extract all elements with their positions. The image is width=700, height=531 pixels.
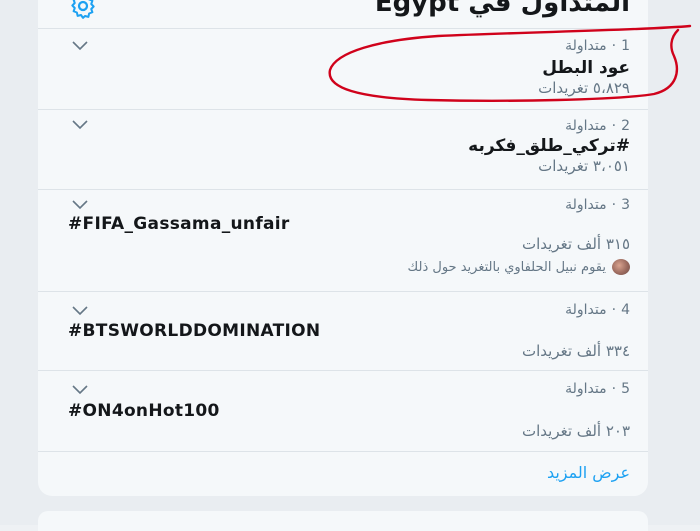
trend-context-text: يقوم نبيل الحلفاوي بالتغريد حول ذلك xyxy=(407,259,606,275)
trend-meta: 1·متداولة xyxy=(565,38,630,54)
trend-status: متداولة xyxy=(565,302,607,318)
trend-rank: 5 xyxy=(621,381,630,397)
trend-tweet-count: ٣٣٤ ألف تغريدات xyxy=(522,342,630,360)
trend-rank: 3 xyxy=(621,197,630,213)
trend-tweet-count: ٣،٠٥١ تغريدات xyxy=(538,157,630,175)
trend-name[interactable]: #FIFA_Gassama_unfair xyxy=(68,214,290,234)
trend-name[interactable]: #تركي_طلق_فكربه xyxy=(468,136,630,156)
gear-icon[interactable] xyxy=(68,0,98,21)
trends-header: المتداول في Egypt xyxy=(38,0,648,29)
trend-item-4[interactable]: 4·متداولة #BTSWORLDDOMINATION ٣٣٤ ألف تغ… xyxy=(38,292,648,371)
trend-status: متداولة xyxy=(565,381,607,397)
chevron-down-icon[interactable] xyxy=(72,41,88,51)
next-card-edge xyxy=(38,511,648,531)
trend-status: متداولة xyxy=(565,118,607,134)
avatar xyxy=(612,259,630,275)
screenshot-frame: المتداول في Egypt 1·متداولة عود البطل ٥،… xyxy=(0,0,700,531)
trend-item-5[interactable]: 5·متداولة #ON4onHot100 ٢٠٣ ألف تغريدات xyxy=(38,371,648,452)
trend-item-3[interactable]: 3·متداولة #FIFA_Gassama_unfair ٣١٥ ألف ت… xyxy=(38,190,648,292)
trend-meta: 2·متداولة xyxy=(565,118,630,134)
trend-item-2[interactable]: 2·متداولة #تركي_طلق_فكربه ٣،٠٥١ تغريدات xyxy=(38,110,648,190)
trend-name[interactable]: #ON4onHot100 xyxy=(68,401,220,421)
trend-rank: 4 xyxy=(621,302,630,318)
trend-context: يقوم نبيل الحلفاوي بالتغريد حول ذلك xyxy=(408,259,630,275)
trend-item-1[interactable]: 1·متداولة عود البطل ٥،٨٢٩ تغريدات xyxy=(38,29,648,110)
trend-rank: 1 xyxy=(621,38,630,54)
chevron-down-icon[interactable] xyxy=(72,200,88,210)
trend-meta: 5·متداولة xyxy=(565,381,630,397)
trends-card: المتداول في Egypt 1·متداولة عود البطل ٥،… xyxy=(38,0,648,496)
show-more-link[interactable]: عرض المزيد xyxy=(547,463,630,482)
chevron-down-icon[interactable] xyxy=(72,306,88,316)
trend-tweet-count: ٣١٥ ألف تغريدات xyxy=(522,235,630,253)
trend-status: متداولة xyxy=(565,38,607,54)
trend-rank: 2 xyxy=(621,118,630,134)
trend-tweet-count: ٥،٨٢٩ تغريدات xyxy=(538,79,630,97)
trend-meta: 3·متداولة xyxy=(565,197,630,213)
trend-name[interactable]: عود البطل xyxy=(542,58,630,78)
page-title: المتداول في Egypt xyxy=(374,0,630,18)
trend-name[interactable]: #BTSWORLDDOMINATION xyxy=(68,321,320,341)
trend-tweet-count: ٢٠٣ ألف تغريدات xyxy=(522,422,630,440)
chevron-down-icon[interactable] xyxy=(72,385,88,395)
trend-status: متداولة xyxy=(565,197,607,213)
trend-meta: 4·متداولة xyxy=(565,302,630,318)
chevron-down-icon[interactable] xyxy=(72,120,88,130)
